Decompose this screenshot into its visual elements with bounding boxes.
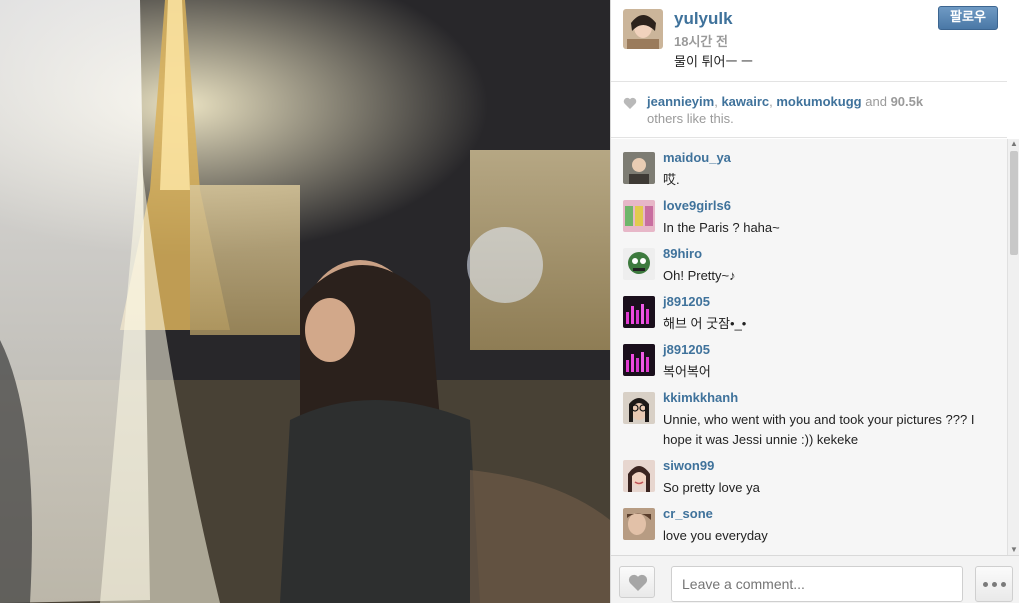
likes-count[interactable]: 90.5k — [891, 94, 924, 109]
commenter-avatar[interactable] — [623, 344, 655, 376]
likes-names: jeannieyim, kawairc, mokumokugg and 90.5… — [647, 94, 924, 109]
commenter-avatar[interactable] — [623, 392, 655, 424]
more-dots-icon — [1001, 582, 1006, 587]
commenter-username[interactable]: siwon99 — [663, 458, 714, 473]
heart-icon — [628, 574, 648, 591]
scroll-down-arrow-icon[interactable]: ▼ — [1010, 546, 1018, 554]
follow-button[interactable]: 팔로우 — [938, 6, 998, 30]
post-header: yulyulk 18시간 전 물이 튀어ㅡ ㅡ 팔로우 — [611, 0, 1007, 82]
commenter-username[interactable]: j891205 — [663, 342, 710, 357]
post-caption: 물이 튀어ㅡ ㅡ — [674, 54, 753, 69]
likes-suffix: others like this. — [647, 111, 734, 126]
scroll-up-arrow-icon[interactable]: ▲ — [1010, 140, 1018, 148]
commenter-username[interactable]: love9girls6 — [663, 198, 731, 213]
liker-name[interactable]: jeannieyim — [647, 94, 714, 109]
side-panel: yulyulk 18시간 전 물이 튀어ㅡ ㅡ 팔로우 jeannieyim, … — [610, 0, 1019, 603]
comment-item: siwon99 So pretty love ya — [611, 447, 1007, 495]
likes-and-text: and — [865, 94, 887, 109]
comment-scrollbar[interactable]: ▲ ▼ — [1007, 139, 1019, 555]
commenter-username[interactable]: cr_sone — [663, 506, 713, 521]
comment-item: kkimkkhanh Unnie, who went with you and … — [611, 379, 1007, 447]
owner-username[interactable]: yulyulk — [674, 9, 733, 29]
comment-item: j891205 복어복어 — [611, 331, 1007, 379]
commenter-avatar[interactable] — [623, 296, 655, 328]
commenter-username[interactable]: maidou_ya — [663, 150, 731, 165]
commenter-avatar[interactable] — [623, 200, 655, 232]
comment-input[interactable] — [671, 566, 963, 602]
commenter-username[interactable]: 89hiro — [663, 246, 702, 261]
post-photo[interactable] — [0, 0, 610, 603]
more-dots-icon — [992, 582, 997, 587]
commenter-avatar[interactable] — [623, 460, 655, 492]
likes-summary: jeannieyim, kawairc, mokumokugg and 90.5… — [611, 83, 1007, 138]
post-timestamp: 18시간 전 — [674, 34, 728, 49]
more-dots-icon — [983, 582, 988, 587]
comment-item: maidou_ya 哎. — [611, 139, 1007, 187]
commenter-avatar[interactable] — [623, 248, 655, 280]
comment-text: Unnie, who went with you and took your p… — [663, 412, 975, 447]
comment-item: cr_sone love you everyday — [611, 495, 1007, 543]
comment-item: 89hiro Oh! Pretty~♪ — [611, 235, 1007, 283]
photo-illustration — [0, 0, 610, 603]
liker-name[interactable]: mokumokugg — [776, 94, 861, 109]
commenter-avatar[interactable] — [623, 508, 655, 540]
more-options-button[interactable] — [975, 566, 1013, 602]
comment-list: maidou_ya 哎. love9girls6 In the Paris ? … — [611, 139, 1007, 555]
like-button[interactable] — [619, 566, 655, 598]
scrollbar-thumb[interactable] — [1010, 151, 1018, 255]
photo-viewer: yulyulk 18시간 전 물이 튀어ㅡ ㅡ 팔로우 jeannieyim, … — [0, 0, 1019, 603]
comment-item-partial — [611, 543, 1007, 555]
comment-item: love9girls6 In the Paris ? haha~ — [611, 187, 1007, 235]
comment-footer — [611, 555, 1019, 603]
commenter-username[interactable]: j891205 — [663, 294, 710, 309]
owner-avatar[interactable] — [623, 9, 663, 49]
comment-item: j891205 해브 어 굿잠•_• — [611, 283, 1007, 331]
heart-icon — [623, 97, 637, 109]
liker-name[interactable]: kawairc — [721, 94, 769, 109]
commenter-username[interactable]: kkimkkhanh — [663, 390, 738, 405]
commenter-avatar[interactable] — [623, 152, 655, 184]
